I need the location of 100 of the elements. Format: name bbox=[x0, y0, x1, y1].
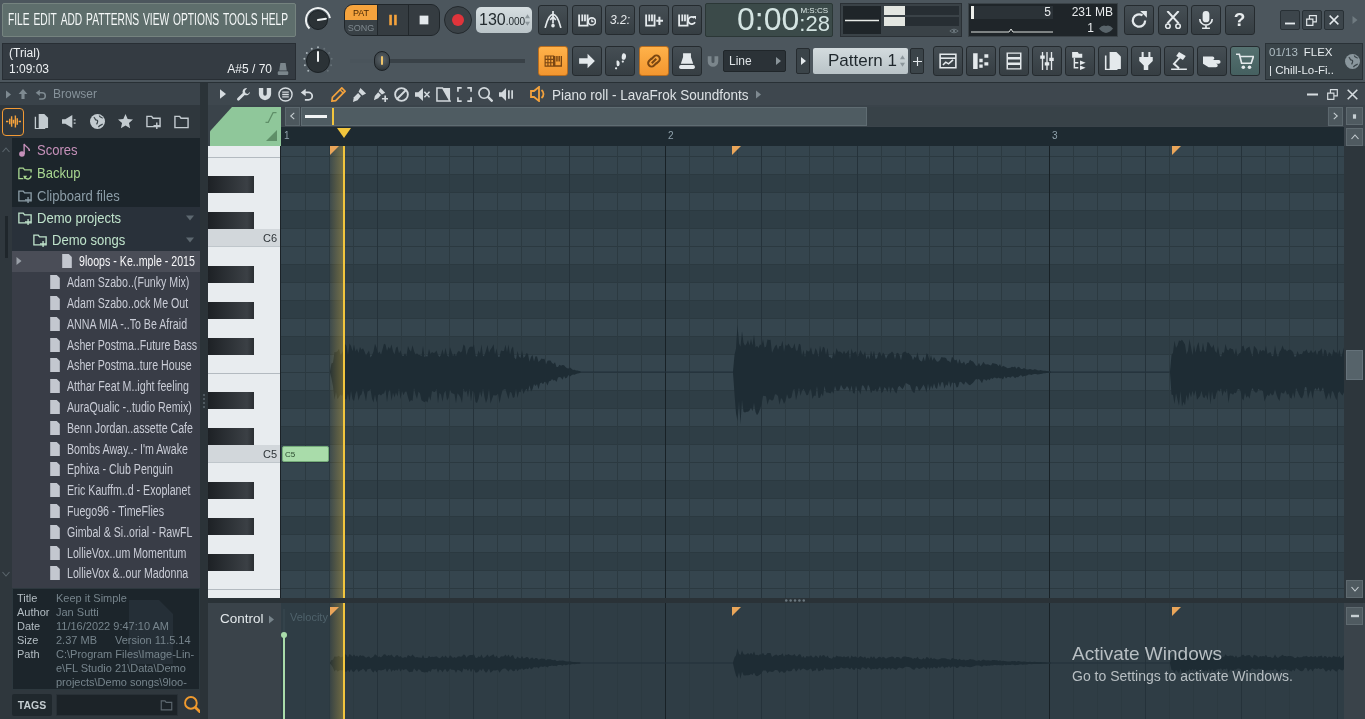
tree-item[interactable]: Clipboard files bbox=[12, 184, 200, 207]
undo-icon[interactable] bbox=[300, 87, 313, 101]
globe-icon[interactable] bbox=[1345, 53, 1360, 69]
vertical-scrollbar[interactable] bbox=[1344, 146, 1365, 598]
collapse-button[interactable] bbox=[1346, 607, 1363, 625]
toolbar-button[interactable] bbox=[1065, 46, 1095, 76]
undo-icon[interactable] bbox=[35, 88, 46, 100]
playhead-line[interactable] bbox=[342, 603, 345, 719]
toolbar-button[interactable] bbox=[933, 46, 963, 76]
toolbar-button[interactable] bbox=[1197, 46, 1227, 76]
tag-search-field[interactable] bbox=[56, 693, 178, 716]
toolbar-button[interactable] bbox=[1230, 46, 1260, 76]
scroll-left-button[interactable] bbox=[285, 106, 300, 126]
overdub-button[interactable] bbox=[638, 5, 669, 35]
scroll-thumb[interactable] bbox=[301, 106, 867, 126]
menu-item[interactable]: HELP bbox=[261, 11, 289, 29]
resize-grip-icon[interactable] bbox=[785, 599, 805, 602]
wrench-icon[interactable] bbox=[236, 86, 251, 102]
timeline-ruler[interactable]: 1 2 3 bbox=[281, 127, 1344, 146]
loop-record-button[interactable] bbox=[672, 5, 702, 35]
browser-tab[interactable] bbox=[2, 107, 24, 136]
mode-toggle[interactable]: PAT bbox=[345, 5, 377, 20]
slice-icon[interactable] bbox=[436, 86, 451, 102]
knob-button[interactable] bbox=[672, 46, 702, 76]
menu-item[interactable]: ADD bbox=[60, 11, 83, 29]
scroll-right-button[interactable] bbox=[1328, 106, 1343, 126]
tags-button[interactable]: TAGS bbox=[12, 693, 52, 716]
scroll-thumb[interactable] bbox=[1346, 350, 1363, 380]
close-button[interactable] bbox=[1323, 10, 1344, 30]
restore-button[interactable] bbox=[1301, 10, 1322, 30]
tree-item[interactable]: Backup bbox=[12, 161, 200, 184]
metronome-button[interactable] bbox=[538, 5, 568, 35]
toolbar-button[interactable] bbox=[966, 46, 996, 76]
toolbar-button[interactable] bbox=[1032, 46, 1062, 76]
minimize-button[interactable] bbox=[1279, 10, 1300, 30]
tree-item[interactable]: Scores bbox=[12, 138, 200, 161]
menu-item[interactable]: VIEW bbox=[143, 11, 170, 29]
marker-icon[interactable] bbox=[1172, 607, 1181, 616]
menu-icon[interactable] bbox=[278, 86, 293, 102]
toolbar-button[interactable] bbox=[1098, 46, 1128, 76]
note-grid[interactable]: C5 bbox=[281, 146, 1344, 598]
pattern-menu-button[interactable] bbox=[796, 48, 810, 74]
news-panel[interactable]: 01/13 FLEX | Chill-Lo-Fi.. bbox=[1265, 42, 1363, 80]
note-block[interactable]: C5 bbox=[282, 446, 329, 462]
help-button[interactable]: ? bbox=[1224, 5, 1255, 35]
time-format-label[interactable]: M:S:CS bbox=[800, 6, 828, 15]
marker-icon[interactable] bbox=[732, 607, 741, 616]
piano-keyboard[interactable]: C6 C5 bbox=[208, 146, 281, 598]
caret-icon[interactable] bbox=[6, 89, 11, 99]
minimize-icon[interactable] bbox=[1307, 92, 1318, 96]
piano-key[interactable]: C5 bbox=[208, 445, 280, 463]
playback-icon[interactable] bbox=[499, 86, 514, 102]
select-icon[interactable] bbox=[457, 86, 472, 102]
arrow-button[interactable] bbox=[571, 46, 602, 76]
menu-item[interactable]: OPTIONS bbox=[173, 11, 220, 29]
keyboard-grid-button[interactable] bbox=[538, 46, 568, 76]
tree-item[interactable]: 9loops - Ke..mple - 2015 bbox=[12, 251, 200, 272]
refresh-button[interactable] bbox=[1124, 5, 1154, 35]
marker-icon[interactable] bbox=[330, 607, 339, 616]
caret-icon[interactable] bbox=[219, 89, 226, 99]
lane-selector[interactable]: Control bbox=[220, 611, 264, 626]
menu-item[interactable]: PATTERNS bbox=[86, 11, 140, 29]
folder-icon[interactable] bbox=[160, 698, 173, 711]
scroll-corner-button[interactable] bbox=[1346, 107, 1363, 125]
piano-key[interactable]: C6 bbox=[208, 229, 280, 247]
tempo-field[interactable]: 130.000 bbox=[476, 7, 532, 33]
tree-item[interactable]: Demo projects bbox=[12, 207, 200, 229]
playhead-line[interactable] bbox=[342, 146, 345, 598]
slider-thumb[interactable] bbox=[373, 51, 390, 71]
delete-icon[interactable] bbox=[394, 86, 409, 102]
stop-button[interactable] bbox=[408, 5, 439, 35]
magnet-icon[interactable] bbox=[257, 87, 272, 101]
scroll-up-button[interactable] bbox=[1346, 127, 1363, 146]
tree-item[interactable]: Demo songs bbox=[12, 229, 200, 251]
snap-dropdown[interactable]: Line bbox=[723, 50, 786, 72]
countdown-button[interactable]: 3.2: bbox=[605, 5, 635, 35]
menu-item[interactable]: FILE bbox=[8, 11, 30, 29]
velocity-handle-icon[interactable] bbox=[281, 632, 287, 639]
pattern-selector[interactable]: Pattern 1 bbox=[813, 48, 908, 74]
menu-item[interactable]: EDIT bbox=[33, 11, 57, 29]
scroll-down-button[interactable] bbox=[1346, 580, 1363, 598]
record-button[interactable] bbox=[444, 6, 472, 34]
restore-icon[interactable] bbox=[1327, 88, 1338, 100]
close-icon[interactable] bbox=[1347, 88, 1358, 100]
pitch-knob[interactable] bbox=[303, 46, 333, 76]
search-icon[interactable] bbox=[184, 696, 201, 713]
zoom-icon[interactable] bbox=[478, 86, 493, 102]
pause-button[interactable] bbox=[377, 5, 408, 35]
pencil-icon[interactable] bbox=[331, 86, 346, 102]
link-button[interactable] bbox=[638, 46, 669, 76]
toolbar-button[interactable] bbox=[1131, 46, 1161, 76]
mute-icon[interactable] bbox=[415, 86, 430, 102]
scissors-button[interactable] bbox=[1157, 5, 1188, 35]
toolbar-button[interactable] bbox=[999, 46, 1029, 76]
brush-plus-icon[interactable] bbox=[373, 86, 388, 102]
toolbar-button[interactable] bbox=[1164, 46, 1194, 76]
paint-brush-icon[interactable] bbox=[352, 86, 367, 102]
up-arrow-icon[interactable] bbox=[18, 88, 28, 100]
speaker-icon[interactable] bbox=[530, 86, 546, 102]
news-title[interactable]: | Chill-Lo-Fi.. bbox=[1269, 63, 1334, 76]
